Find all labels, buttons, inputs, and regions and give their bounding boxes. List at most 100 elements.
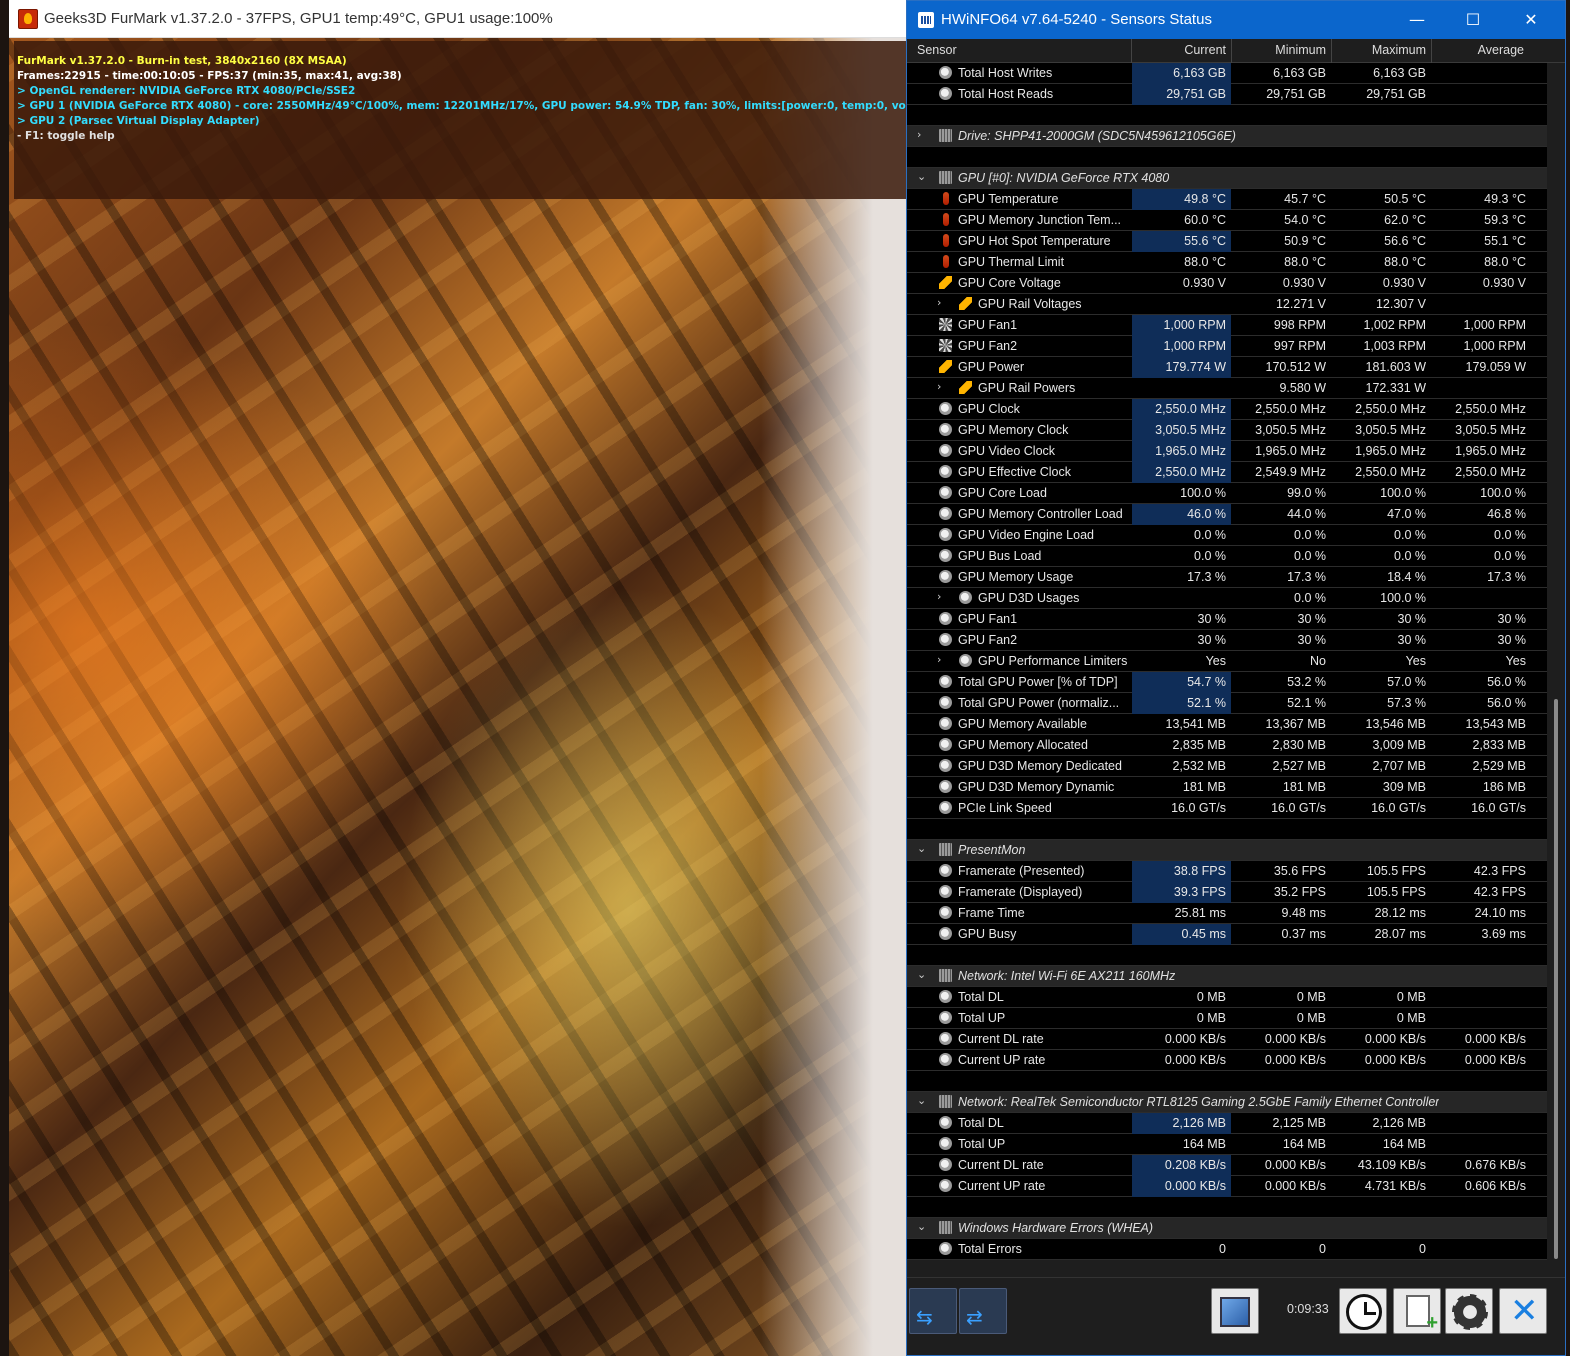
sensor-row[interactable]: Framerate (Presented) 38.8 FPS 35.6 FPS 105… [907, 861, 1547, 882]
gauge-icon [939, 1011, 952, 1024]
expand-toggle-icon[interactable]: › [937, 296, 949, 309]
sensor-row[interactable]: PCIe Link Speed 16.0 GT/s 16.0 GT/s 16.0 GT… [907, 798, 1547, 819]
sensor-row[interactable]: GPU Memory Clock 3,050.5 MHz 3,050.5 MHz 3,… [907, 420, 1547, 441]
sensor-row[interactable]: GPU Memory Available 13,541 MB 13,367 MB 13… [907, 714, 1547, 735]
sensor-group-header[interactable]: ⌄ GPU [#0]: NVIDIA GeForce RTX 4080 [907, 168, 1547, 189]
sensor-row[interactable]: Total Host Reads 29,751 GB 29,751 GB 29,751… [907, 84, 1547, 105]
sensor-row[interactable]: Current UP rate 0.000 KB/s 0.000 KB/s 4.731… [907, 1176, 1547, 1197]
sensor-row[interactable]: Total GPU Power [% of TDP] 54.7 % 53.2 % 57… [907, 672, 1547, 693]
sensor-row[interactable]: GPU Fan2 30 % 30 % 30 % 30 % [907, 630, 1547, 651]
exit-button[interactable]: ✕ [1499, 1288, 1547, 1334]
sensor-row[interactable]: › GPU Rail Voltages 12.271 V 12.307 V [907, 294, 1547, 315]
average-value: 0.930 V [1482, 276, 1526, 290]
column-sensor[interactable]: Sensor [917, 43, 957, 61]
hwinfo-titlebar[interactable]: HWiNFO64 v7.64-5240 - Sensors Status — ☐… [907, 1, 1565, 39]
average-value: 88.0 °C [1484, 255, 1526, 269]
sensor-label: GPU Fan2 [958, 633, 1018, 647]
group-label: Windows Hardware Errors (WHEA) [958, 1221, 1154, 1235]
logging-button[interactable] [1393, 1288, 1441, 1335]
sensor-row[interactable]: GPU Memory Controller Load 46.0 % 44.0 % 47… [907, 504, 1547, 525]
sensor-label: GPU Video Clock [958, 444, 1056, 458]
sensor-row[interactable]: GPU Bus Load 0.0 % 0.0 % 0.0 % 0.0 % [907, 546, 1547, 567]
minimize-button[interactable]: — [1395, 7, 1439, 33]
collapse-button[interactable]: ⇄ [959, 1288, 1007, 1334]
expand-toggle-icon[interactable]: ⌄ [917, 1220, 929, 1233]
current-value: 1,965.0 MHz [1132, 441, 1231, 462]
sensor-row[interactable]: GPU Fan2 1,000 RPM 997 RPM 1,003 RPM 1,000 R… [907, 336, 1547, 357]
column-minimum[interactable]: Minimum [1232, 43, 1326, 61]
sensor-row[interactable]: GPU Video Clock 1,965.0 MHz 1,965.0 MHz 1,9… [907, 441, 1547, 462]
sensor-label: Total Errors [958, 1242, 1022, 1256]
sensor-row[interactable]: GPU Memory Usage 17.3 % 17.3 % 18.4 % 17.3 % [907, 567, 1547, 588]
sensor-list[interactable]: Total Host Writes 6,163 GB 6,163 GB 6,163 G… [907, 63, 1547, 1275]
average-value: 17.3 % [1487, 570, 1526, 584]
sensor-row[interactable]: Current DL rate 0.000 KB/s 0.000 KB/s 0.000… [907, 1029, 1547, 1050]
close-button[interactable]: ✕ [1509, 7, 1553, 33]
sensor-row[interactable]: GPU Temperature 49.8 °C 45.7 °C 50.5 °C 49.3… [907, 189, 1547, 210]
column-average[interactable]: Average [1432, 43, 1524, 61]
sensor-row[interactable]: Frame Time 25.81 ms 9.48 ms 28.12 ms 24.10 m… [907, 903, 1547, 924]
sensor-row[interactable]: GPU Clock 2,550.0 MHz 2,550.0 MHz 2,550.0 M… [907, 399, 1547, 420]
sensor-row[interactable]: GPU D3D Memory Dynamic 181 MB 181 MB 309 MB… [907, 777, 1547, 798]
column-current[interactable]: Current [1132, 43, 1226, 61]
maximum-value: 50.5 °C [1384, 192, 1426, 206]
average-value: 30 % [1497, 612, 1527, 626]
sensor-row[interactable]: GPU Core Voltage 0.930 V 0.930 V 0.930 V 0.9… [907, 273, 1547, 294]
minimum-value: No [1310, 654, 1326, 668]
expand-toggle-icon[interactable]: › [937, 380, 949, 393]
sensor-group-header[interactable]: ⌄ Windows Hardware Errors (WHEA) [907, 1218, 1547, 1239]
sensor-row[interactable]: Current UP rate 0.000 KB/s 0.000 KB/s 0.000… [907, 1050, 1547, 1071]
sensor-row[interactable]: GPU Fan1 30 % 30 % 30 % 30 % [907, 609, 1547, 630]
settings-button[interactable] [1445, 1288, 1493, 1334]
gauge-icon [939, 717, 952, 730]
scrollbar-thumb[interactable] [1554, 699, 1558, 1259]
sensor-label: Total DL [958, 1116, 1004, 1130]
expand-toggle-icon[interactable]: › [917, 128, 929, 141]
sensor-row[interactable]: GPU Busy 0.45 ms 0.37 ms 28.07 ms 3.69 ms [907, 924, 1547, 945]
minimum-value: 30 % [1297, 612, 1327, 626]
expand-toggle-icon[interactable]: ⌄ [917, 842, 929, 855]
sensor-row[interactable]: GPU Fan1 1,000 RPM 998 RPM 1,002 RPM 1,000 R… [907, 315, 1547, 336]
sensor-row[interactable]: GPU Effective Clock 2,550.0 MHz 2,549.9 MH… [907, 462, 1547, 483]
sensor-row[interactable]: GPU D3D Memory Dedicated 2,532 MB 2,527 MB… [907, 756, 1547, 777]
sensor-row[interactable]: Total UP 164 MB 164 MB 164 MB [907, 1134, 1547, 1155]
sensor-group-header[interactable]: ⌄ PresentMon [907, 840, 1547, 861]
sensor-row[interactable]: GPU Video Engine Load 0.0 % 0.0 % 0.0 % 0.0 … [907, 525, 1547, 546]
sensor-group-header[interactable]: › Drive: SHPP41-2000GM (SDC5N459612105G6E… [907, 126, 1547, 147]
sensor-row[interactable]: Total UP 0 MB 0 MB 0 MB [907, 1008, 1547, 1029]
sensor-row[interactable]: › GPU Performance Limiters Yes No Yes Yes [907, 651, 1547, 672]
furmark-titlebar[interactable]: Geeks3D FurMark v1.37.2.0 - 37FPS, GPU1 … [9, 0, 921, 38]
expand-toggle-icon[interactable]: ⌄ [917, 968, 929, 981]
sensor-row[interactable]: GPU Memory Allocated 2,835 MB 2,830 MB 3,00… [907, 735, 1547, 756]
sensor-row[interactable]: Total DL 2,126 MB 2,125 MB 2,126 MB [907, 1113, 1547, 1134]
sensor-row[interactable]: Total Errors 0 0 0 [907, 1239, 1547, 1260]
reset-clock-button[interactable] [1339, 1288, 1387, 1334]
sensor-row[interactable]: GPU Thermal Limit 88.0 °C 88.0 °C 88.0 °C 88… [907, 252, 1547, 273]
sensor-row[interactable]: GPU Memory Junction Tem... 60.0 °C 54.0 °C… [907, 210, 1547, 231]
network-button[interactable] [1211, 1288, 1259, 1334]
expand-toggle-icon[interactable]: › [937, 590, 949, 603]
sensor-group-header[interactable]: ⌄ Network: Intel Wi-Fi 6E AX211 160MHz [907, 966, 1547, 987]
expand-toggle-icon[interactable]: ⌄ [917, 1094, 929, 1107]
sensor-row[interactable]: GPU Hot Spot Temperature 55.6 °C 50.9 °C 56… [907, 231, 1547, 252]
sensor-row[interactable]: GPU Core Load 100.0 % 99.0 % 100.0 % 100.0 % [907, 483, 1547, 504]
average-value: 24.10 ms [1474, 906, 1526, 920]
expand-toggle-icon[interactable]: › [937, 653, 949, 666]
sensor-row[interactable]: Total GPU Power (normaliz... 52.1 % 52.1 %… [907, 693, 1547, 714]
sensor-row[interactable]: › GPU Rail Powers 9.580 W 172.331 W [907, 378, 1547, 399]
sensor-row[interactable]: Total Host Writes 6,163 GB 6,163 GB 6,163 G… [907, 63, 1547, 84]
sensor-row[interactable]: Total DL 0 MB 0 MB 0 MB [907, 987, 1547, 1008]
sensor-row[interactable]: Current DL rate 0.208 KB/s 0.000 KB/s 43.10… [907, 1155, 1547, 1176]
sensor-row[interactable]: › GPU D3D Usages 0.0 % 100.0 % [907, 588, 1547, 609]
column-maximum[interactable]: Maximum [1332, 43, 1426, 61]
sensor-row[interactable]: GPU Power 179.774 W 170.512 W 181.603 W 179.… [907, 357, 1547, 378]
gauge-icon [939, 612, 952, 625]
expand-button[interactable]: ⇆ [909, 1288, 957, 1334]
maximize-button[interactable]: ☐ [1451, 7, 1495, 33]
sensor-label: Current UP rate [958, 1053, 1046, 1067]
vertical-scrollbar[interactable] [1547, 63, 1565, 1275]
sensor-row[interactable]: Framerate (Displayed) 39.3 FPS 35.2 FPS 105… [907, 882, 1547, 903]
expand-toggle-icon[interactable]: ⌄ [917, 170, 929, 183]
minimum-value: 181 MB [1282, 780, 1326, 794]
sensor-group-header[interactable]: ⌄ Network: RealTek Semiconductor RTL8125 … [907, 1092, 1547, 1113]
